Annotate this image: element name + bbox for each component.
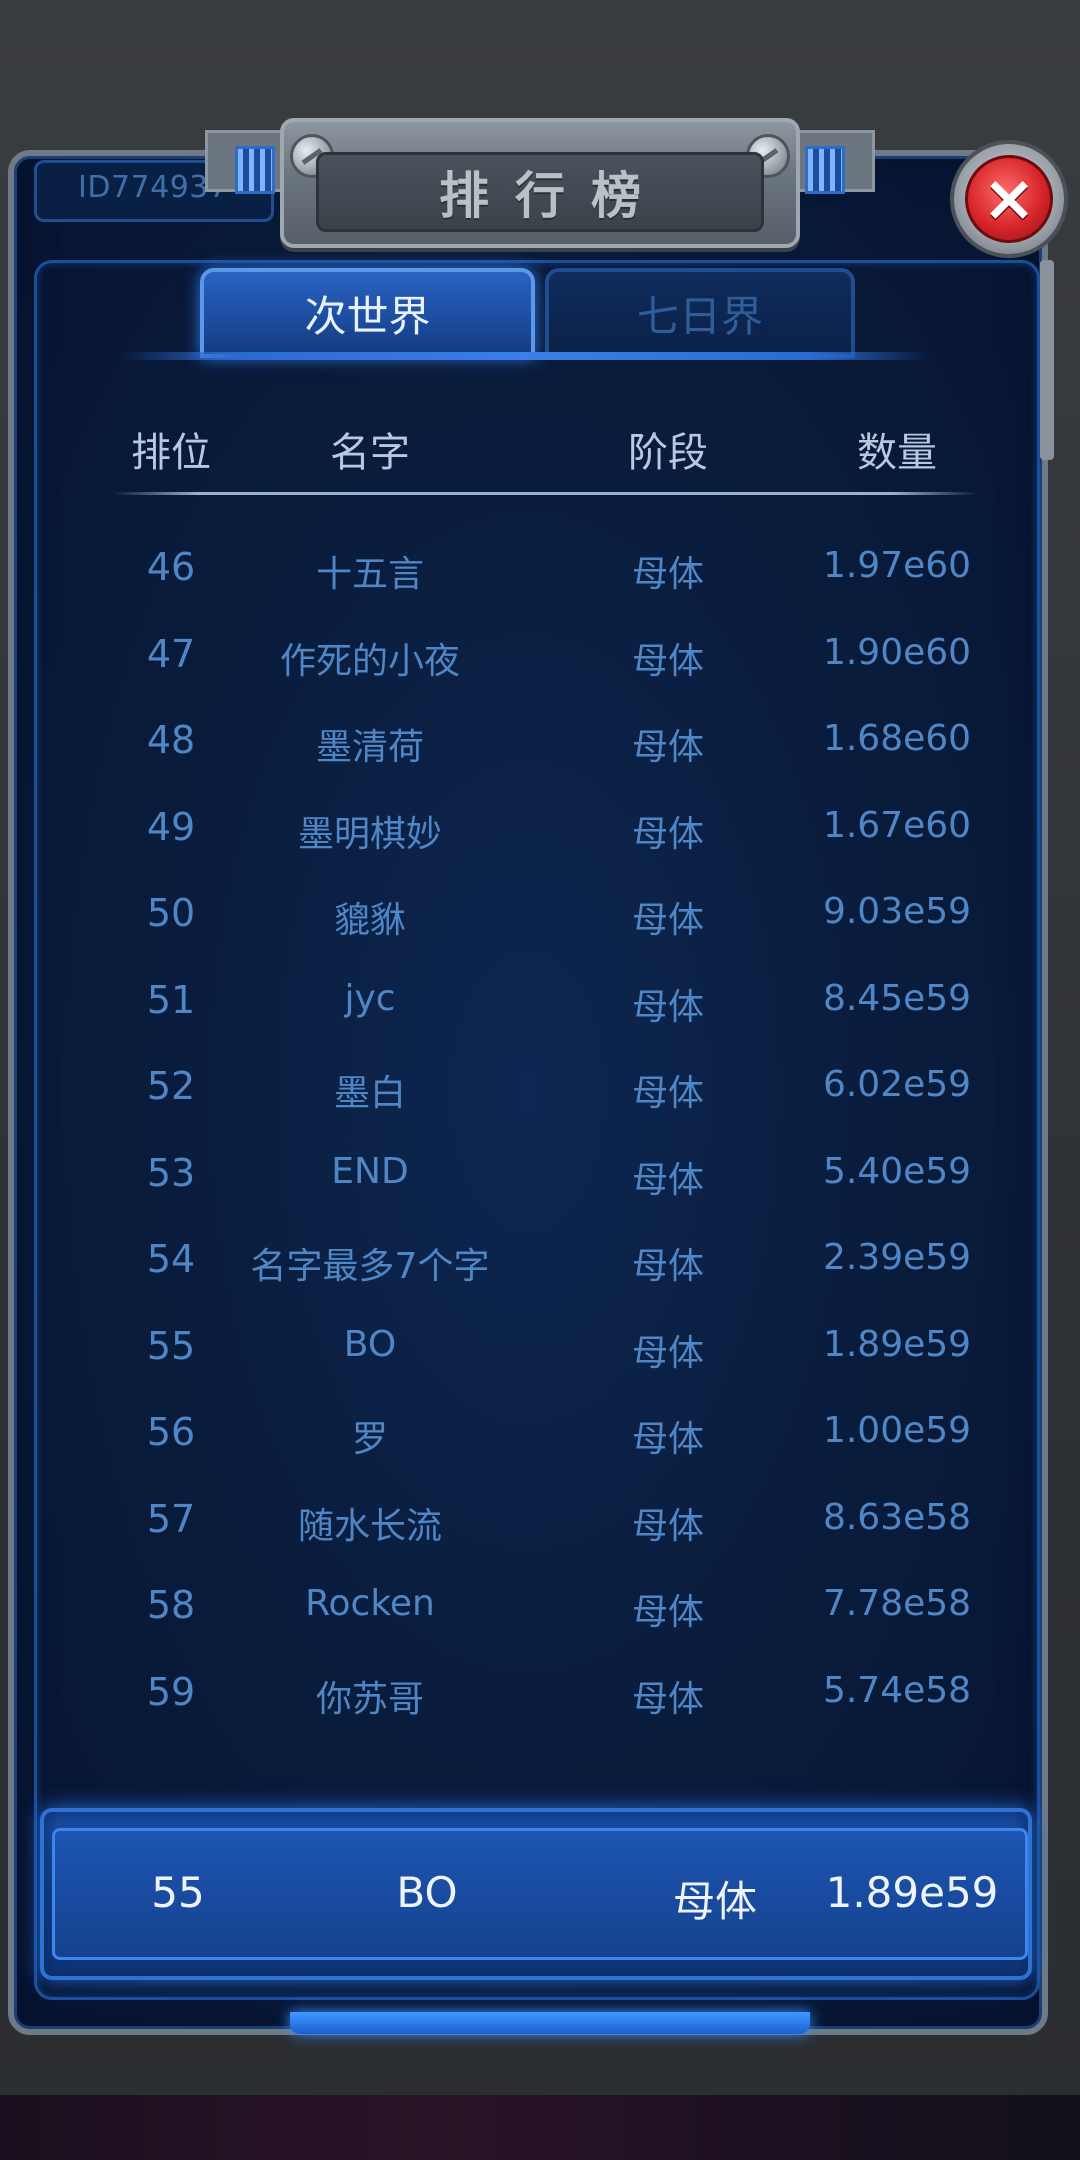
name-cell: jyc xyxy=(344,977,396,1019)
table-row: 51 jyc 母体 8.45e59 xyxy=(0,968,1080,1055)
table-row: 53 END 母体 5.40e59 xyxy=(0,1141,1080,1228)
quantity-cell: 1.89e59 xyxy=(822,1323,972,1365)
name-cell: BO xyxy=(343,1323,397,1365)
rank-cell: 46 xyxy=(146,545,196,589)
rank-cell: 59 xyxy=(146,1669,196,1714)
close-button[interactable]: × xyxy=(950,140,1068,258)
stage-cell: 母体 xyxy=(631,900,705,941)
stage-cell: 母体 xyxy=(631,986,705,1028)
tab-label: 次世界 xyxy=(304,291,431,341)
page-title: 排行榜 xyxy=(439,167,667,225)
quantity-cell: 7.78e58 xyxy=(822,1583,972,1624)
quantity-cell: 1.97e60 xyxy=(822,545,972,586)
background-strip xyxy=(0,2095,1080,2160)
name-cell: 随水长流 xyxy=(297,1505,443,1547)
table-row: 46 十五言 母体 1.97e60 xyxy=(0,535,1080,622)
stage-cell: 母体 xyxy=(631,640,705,682)
tab-underline xyxy=(120,352,930,360)
name-cell: Rocken xyxy=(305,1583,435,1624)
quantity-cell: 8.45e59 xyxy=(822,977,972,1019)
table-row: 47 作死的小夜 母体 1.90e60 xyxy=(0,622,1080,709)
quantity-cell: 8.63e58 xyxy=(822,1496,972,1538)
column-header-rank: 排位 xyxy=(131,430,211,476)
name-cell: 墨清荷 xyxy=(315,727,425,768)
rank-cell: 50 xyxy=(146,891,196,935)
name-cell: 作死的小夜 xyxy=(279,640,461,682)
close-icon: × xyxy=(965,155,1053,243)
name-cell: 名字最多7个字 xyxy=(250,1246,490,1287)
stage-cell: 母体 xyxy=(631,1419,705,1460)
name-cell: 墨明棋妙 xyxy=(297,813,443,855)
name-cell: 墨白 xyxy=(333,1073,407,1114)
ranking-list[interactable]: 46 十五言 母体 1.97e60 47 作死的小夜 母体 1.90e60 48… xyxy=(0,535,1080,1746)
quantity-cell: 1.90e60 xyxy=(822,631,972,673)
vent-icon xyxy=(235,146,275,194)
my-name: BO xyxy=(396,1868,458,1917)
quantity-cell: 5.74e58 xyxy=(822,1669,972,1711)
rank-cell: 47 xyxy=(146,631,196,676)
quantity-cell: 2.39e59 xyxy=(822,1237,972,1278)
name-cell: 罗 xyxy=(351,1419,389,1460)
rank-cell: 56 xyxy=(146,1410,196,1454)
quantity-cell: 9.03e59 xyxy=(822,891,972,932)
quantity-cell: 5.40e59 xyxy=(822,1150,972,1192)
rank-cell: 49 xyxy=(146,804,196,849)
stage-cell: 母体 xyxy=(631,1246,705,1287)
table-row: 52 墨白 母体 6.02e59 xyxy=(0,1054,1080,1141)
column-header-quantity: 数量 xyxy=(857,430,937,476)
tab-seven-day[interactable]: 七日界 xyxy=(545,268,855,358)
table-row: 54 名字最多7个字 母体 2.39e59 xyxy=(0,1227,1080,1314)
stage-cell: 母体 xyxy=(631,813,705,855)
vent-icon xyxy=(805,146,845,194)
table-header: 排位 名字 阶段 数量 xyxy=(0,420,1080,480)
quantity-cell: 1.67e60 xyxy=(822,804,972,846)
rank-cell: 58 xyxy=(146,1583,196,1627)
header-divider xyxy=(112,492,978,495)
tab-label: 七日界 xyxy=(636,291,763,341)
table-row: 57 随水长流 母体 8.63e58 xyxy=(0,1487,1080,1574)
stage-cell: 母体 xyxy=(631,554,705,595)
bottom-glow xyxy=(290,2012,810,2034)
quantity-cell: 1.00e59 xyxy=(822,1410,972,1451)
rank-cell: 51 xyxy=(146,977,196,1022)
table-row: 59 你苏哥 母体 5.74e58 xyxy=(0,1660,1080,1747)
name-cell: END xyxy=(331,1150,409,1192)
name-cell: 十五言 xyxy=(315,554,425,595)
quantity-cell: 6.02e59 xyxy=(822,1064,972,1105)
my-quantity: 1.89e59 xyxy=(825,1868,999,1917)
rank-cell: 48 xyxy=(146,718,196,762)
stage-cell: 母体 xyxy=(631,1073,705,1114)
stage-cell: 母体 xyxy=(631,1332,705,1374)
title-inset: 排行榜 xyxy=(316,152,764,232)
rank-cell: 57 xyxy=(146,1496,196,1541)
stage-cell: 母体 xyxy=(631,727,705,768)
name-cell: 貔貅 xyxy=(333,900,407,941)
table-row: 50 貔貅 母体 9.03e59 xyxy=(0,881,1080,968)
my-rank: 55 xyxy=(151,1868,205,1917)
table-row: 58 Rocken 母体 7.78e58 xyxy=(0,1573,1080,1660)
stage-cell: 母体 xyxy=(631,1592,705,1633)
column-header-stage: 阶段 xyxy=(628,430,708,476)
stage-cell: 母体 xyxy=(631,1159,705,1201)
rank-cell: 53 xyxy=(146,1150,196,1195)
quantity-cell: 1.68e60 xyxy=(822,718,972,759)
my-stage: 母体 xyxy=(672,1877,758,1926)
table-row: 56 罗 母体 1.00e59 xyxy=(0,1400,1080,1487)
stage-cell: 母体 xyxy=(631,1505,705,1547)
rank-cell: 55 xyxy=(146,1323,196,1368)
name-cell: 你苏哥 xyxy=(315,1678,425,1720)
rank-cell: 54 xyxy=(146,1237,196,1281)
table-row: 55 BO 母体 1.89e59 xyxy=(0,1314,1080,1401)
stage-cell: 母体 xyxy=(631,1678,705,1720)
rank-cell: 52 xyxy=(146,1064,196,1108)
table-row: 49 墨明棋妙 母体 1.67e60 xyxy=(0,795,1080,882)
column-header-name: 名字 xyxy=(330,430,410,476)
table-row: 48 墨清荷 母体 1.68e60 xyxy=(0,708,1080,795)
tab-sub-world[interactable]: 次世界 xyxy=(200,268,535,358)
